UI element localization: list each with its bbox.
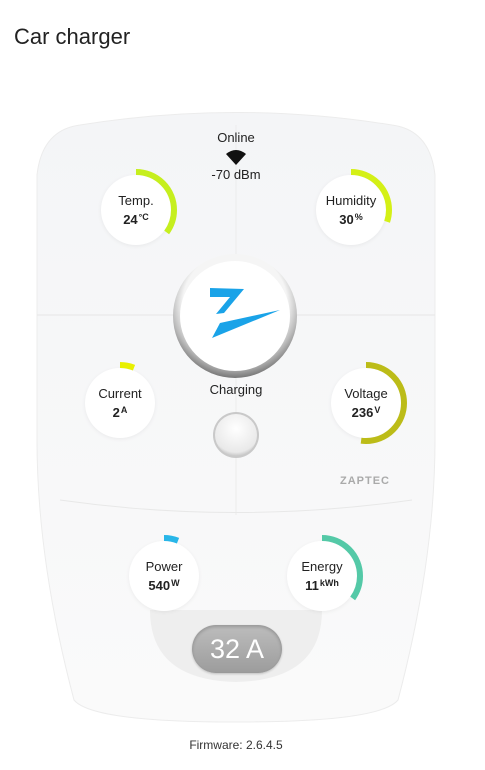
voltage-label: Voltage <box>344 385 388 401</box>
humidity-label: Humidity <box>325 192 377 208</box>
energy-label: Energy <box>301 558 343 574</box>
humidity-unit: % <box>354 211 363 222</box>
connection-status: Online -70 dBm <box>186 130 286 182</box>
energy-unit: kWh <box>319 577 339 588</box>
power-label: Power <box>145 558 183 574</box>
humidity-gauge[interactable]: Humidity 30% <box>308 167 394 253</box>
energy-gauge[interactable]: Energy 11kWh <box>279 533 365 619</box>
power-value: 540 <box>148 577 171 593</box>
voltage-value: 236 <box>351 404 374 420</box>
current-limit-button[interactable]: 32 A <box>192 625 282 673</box>
wifi-icon <box>226 150 246 165</box>
temp-gauge[interactable]: Temp. 24°C <box>93 167 179 253</box>
firmware-version: Firmware: 2.6.4.5 <box>189 738 283 752</box>
current-label: Current <box>98 385 142 401</box>
current-unit: A <box>120 404 128 415</box>
temp-label: Temp. <box>118 192 154 208</box>
power-unit: W <box>171 577 180 588</box>
charging-status: Charging <box>209 382 263 397</box>
zaptec-logo-button[interactable] <box>172 253 298 379</box>
signal-strength: -70 dBm <box>211 167 261 182</box>
voltage-unit: V <box>374 404 381 415</box>
current-gauge[interactable]: Current 2A <box>77 360 163 446</box>
voltage-gauge[interactable]: Voltage 236V <box>323 360 409 446</box>
humidity-value: 30 <box>339 211 354 227</box>
online-label: Online <box>217 130 255 145</box>
action-button[interactable] <box>212 411 260 459</box>
temp-value: 24 <box>123 211 138 227</box>
current-value: 2 <box>112 404 120 420</box>
temp-unit: °C <box>138 211 149 222</box>
brand-logo: ZAPTEC <box>340 475 390 487</box>
power-gauge[interactable]: Power 540W <box>121 533 207 619</box>
energy-value: 11 <box>305 577 319 593</box>
